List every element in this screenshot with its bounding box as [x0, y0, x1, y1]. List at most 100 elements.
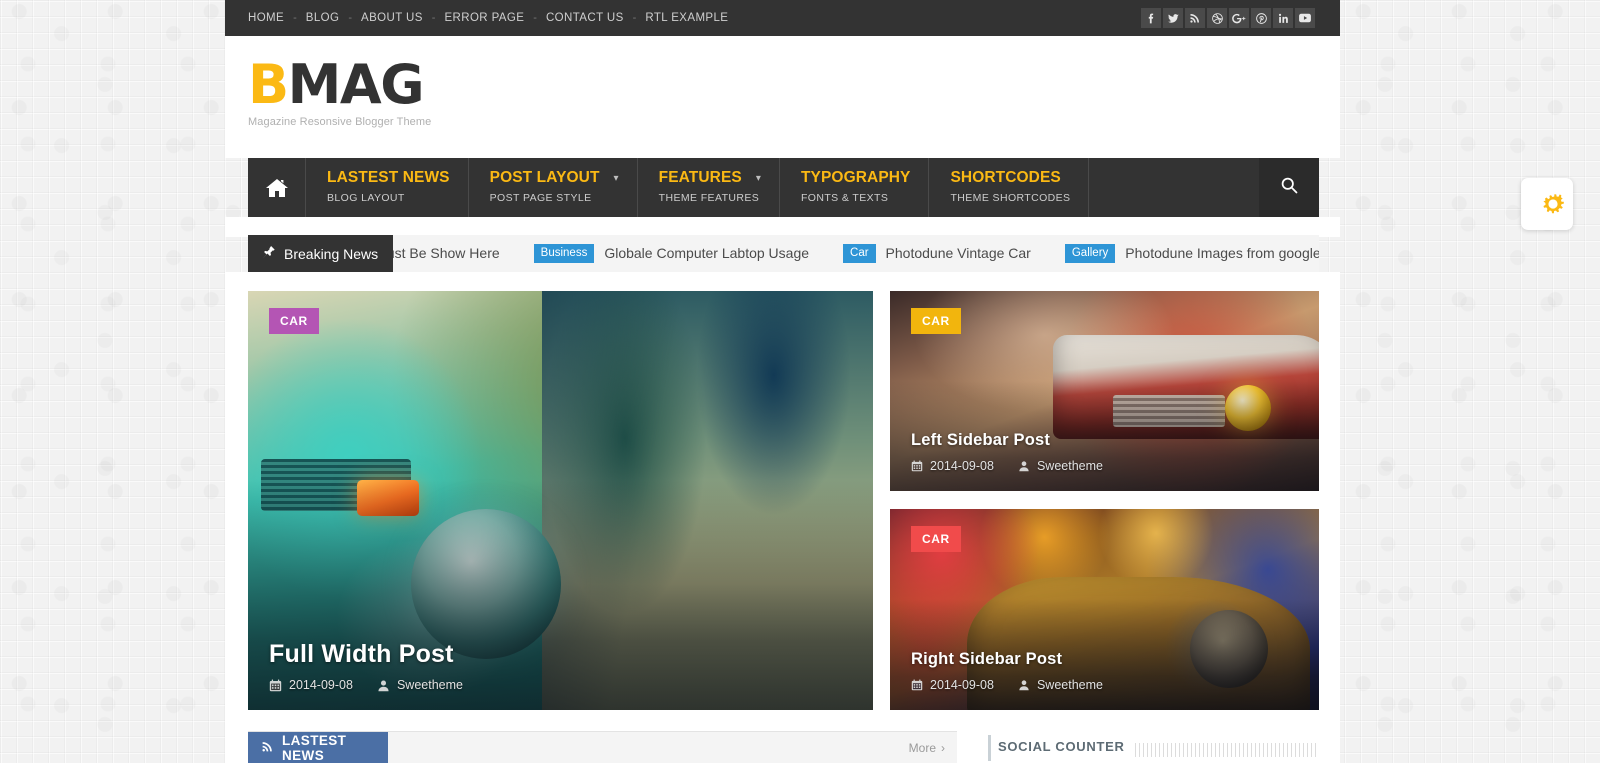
- ticker-item-category: Gallery: [1064, 243, 1116, 264]
- ticker-item-title: Globale Computer Labtop Usage: [604, 245, 810, 262]
- more-link[interactable]: More ›: [909, 741, 945, 755]
- gears-icon: [1530, 191, 1564, 217]
- post-category-badge[interactable]: CAR: [911, 308, 961, 334]
- ticker-item[interactable]: Business Globale Computer Labtop Usage: [533, 243, 843, 264]
- widget-title-social-counter: SOCIAL COUNTER: [998, 739, 1125, 754]
- post-title[interactable]: Right Sidebar Post: [911, 650, 1301, 669]
- more-label: More: [908, 741, 936, 755]
- widget-accent-bar: [988, 735, 991, 761]
- post-meta-row: 2014-09-08 Sweetheme: [911, 678, 1301, 692]
- site-logo[interactable]: BMAG Magazine Resonsive Blogger Theme: [248, 58, 432, 129]
- nav-item-post-layout[interactable]: POST LAYOUT ▾ POST PAGE STYLE: [469, 158, 638, 217]
- nav-item-title: LASTEST NEWS: [327, 169, 450, 187]
- linkedin-icon[interactable]: [1273, 8, 1293, 28]
- ticker-item-title: Photodune Images from google search: [1125, 245, 1319, 262]
- dribbble-icon[interactable]: [1207, 8, 1227, 28]
- breaking-news-label: Breaking News: [248, 235, 394, 272]
- calendar-icon: [269, 678, 282, 692]
- nav-item-subtitle: FONTS & TEXTS: [800, 192, 889, 204]
- pin-icon: [262, 245, 276, 263]
- featured-post-small-1[interactable]: CAR Left Sidebar Post 2014-09-08 Sweethe…: [890, 291, 1319, 491]
- post-title[interactable]: Full Width Post: [269, 640, 855, 669]
- post-title[interactable]: Left Sidebar Post: [911, 431, 1301, 450]
- post-category-badge[interactable]: CAR: [269, 308, 319, 334]
- logo-tagline: Magazine Resonsive Blogger Theme: [248, 116, 432, 128]
- ticker-item[interactable]: Gallery Photodune Images from google sea…: [1064, 243, 1319, 264]
- top-nav-blog[interactable]: BLOG: [306, 12, 340, 24]
- widget-tab-lastest-news[interactable]: LASTEST NEWS: [248, 732, 388, 763]
- post-meta: Right Sidebar Post 2014-09-08 Sweetheme: [911, 650, 1301, 692]
- ticker-item[interactable]: Car Photodune Vintage Car: [843, 243, 1065, 264]
- nav-item-title-text: FEATURES: [658, 169, 742, 186]
- breaking-news-label-text: Breaking News: [284, 245, 379, 262]
- rss-icon[interactable]: [1185, 8, 1205, 28]
- nav-item-subtitle: THEME SHORTCODES: [950, 192, 1071, 204]
- chevron-down-icon: ▾: [755, 172, 761, 184]
- ticker-item-title: Photodune Vintage Car: [885, 245, 1031, 262]
- top-nav-contact-us[interactable]: CONTACT US: [546, 12, 624, 24]
- theme-settings-button[interactable]: [1521, 178, 1573, 230]
- post-author: Sweetheme: [1036, 459, 1103, 473]
- main-navigation: LASTEST NEWS BLOG LAYOUT POST LAYOUT ▾ PO…: [248, 158, 1319, 217]
- youtube-icon[interactable]: [1295, 8, 1315, 28]
- lastest-news-widget: LASTEST NEWS More ›: [248, 731, 957, 763]
- post-date: 2014-09-08: [930, 678, 994, 692]
- top-navigation: HOME - BLOG - ABOUT US - ERROR PAGE - CO…: [225, 12, 728, 24]
- logo-text: BMAG: [248, 58, 431, 112]
- nav-item-typography[interactable]: TYPOGRAPHY FONTS & TEXTS: [780, 158, 930, 217]
- nav-item-title-text: LASTEST NEWS: [327, 169, 450, 186]
- featured-post-small-2[interactable]: CAR Right Sidebar Post 2014-09-08 Sweeth…: [890, 509, 1319, 710]
- top-nav-error-page[interactable]: ERROR PAGE: [444, 12, 524, 24]
- nav-item-subtitle: BLOG LAYOUT: [327, 192, 405, 204]
- ticker-item-title: Must Be Show Here: [375, 245, 500, 262]
- ticker-item-category: Car: [843, 243, 876, 264]
- top-nav-home[interactable]: HOME: [248, 12, 284, 24]
- nav-item-title-text: SHORTCODES: [950, 169, 1061, 186]
- post-author: Sweetheme: [396, 678, 463, 692]
- post-author: Sweetheme: [1036, 678, 1103, 692]
- chevron-right-icon: ›: [941, 741, 945, 755]
- page-root: HOME - BLOG - ABOUT US - ERROR PAGE - CO…: [0, 0, 1600, 763]
- breaking-news-ticker[interactable]: Must Be Show Here Business Globale Compu…: [375, 243, 1319, 264]
- post-card[interactable]: CAR Right Sidebar Post 2014-09-08 Sweeth…: [890, 509, 1319, 710]
- widget-divider: [1135, 743, 1319, 757]
- post-card[interactable]: CAR Full Width Post 2014-09-08 Sweetheme: [248, 291, 873, 710]
- post-card[interactable]: CAR Left Sidebar Post 2014-09-08 Sweethe…: [890, 291, 1319, 491]
- top-nav-about-us[interactable]: ABOUT US: [361, 12, 423, 24]
- user-icon: [1018, 460, 1030, 472]
- search-button[interactable]: [1259, 158, 1319, 217]
- ticker-item-category: Business: [533, 243, 595, 264]
- nav-item-lastest-news[interactable]: LASTEST NEWS BLOG LAYOUT: [306, 158, 469, 217]
- nav-items: LASTEST NEWS BLOG LAYOUT POST LAYOUT ▾ PO…: [306, 158, 1090, 217]
- twitter-icon[interactable]: [1163, 8, 1183, 28]
- nav-home-button[interactable]: [248, 158, 306, 217]
- google-plus-icon[interactable]: [1229, 8, 1249, 28]
- user-icon: [1018, 679, 1030, 691]
- top-nav-separator: -: [293, 12, 297, 24]
- pinterest-icon[interactable]: [1251, 8, 1271, 28]
- top-nav-rtl-example[interactable]: RTL EXAMPLE: [645, 12, 728, 24]
- nav-item-title: POST LAYOUT ▾: [490, 169, 619, 187]
- top-nav-separator: -: [533, 12, 537, 24]
- featured-post-large[interactable]: CAR Full Width Post 2014-09-08 Sweetheme: [248, 291, 873, 710]
- nav-item-subtitle: THEME FEATURES: [658, 192, 760, 204]
- facebook-icon[interactable]: [1141, 8, 1161, 28]
- nav-item-features[interactable]: FEATURES ▾ THEME FEATURES: [638, 158, 780, 217]
- home-icon: [265, 177, 289, 199]
- social-links: [1141, 8, 1340, 28]
- ticker-item[interactable]: Must Be Show Here: [375, 245, 534, 261]
- post-date: 2014-09-08: [930, 459, 994, 473]
- nav-item-subtitle: POST PAGE STYLE: [489, 192, 592, 204]
- top-nav-separator: -: [632, 12, 637, 24]
- user-icon: [377, 679, 390, 692]
- post-category-badge[interactable]: CAR: [911, 526, 961, 552]
- logo-letters-mag: MAG: [287, 53, 425, 116]
- rss-icon: [261, 740, 274, 756]
- social-counter-widget: SOCIAL COUNTER: [980, 731, 1319, 763]
- post-meta-row: 2014-09-08 Sweetheme: [911, 459, 1301, 473]
- post-date: 2014-09-08: [289, 678, 353, 692]
- nav-item-shortcodes[interactable]: SHORTCODES THEME SHORTCODES: [929, 158, 1090, 217]
- widget-tab-label: LASTEST NEWS: [282, 733, 347, 763]
- top-nav-separator: -: [431, 12, 436, 24]
